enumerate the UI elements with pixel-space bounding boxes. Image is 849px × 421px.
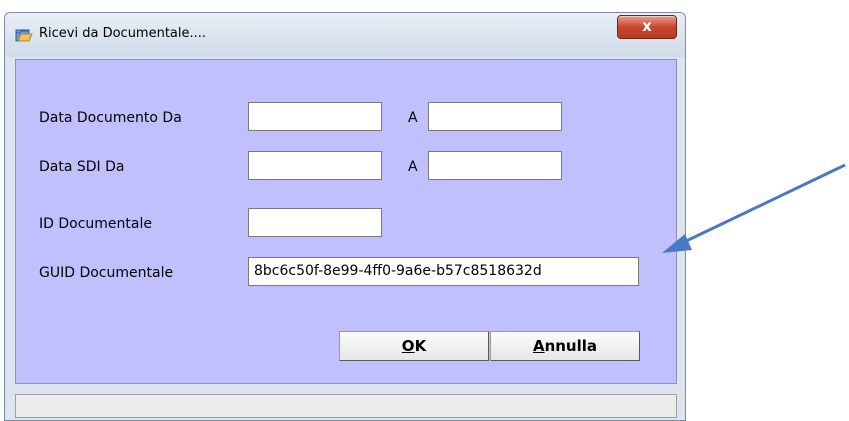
window-title: Ricevi da Documentale.... <box>39 26 207 41</box>
ok-mnemonic: O <box>401 337 415 355</box>
data-documento-da-input[interactable] <box>248 102 382 131</box>
data-documento-label: Data Documento Da <box>39 110 182 126</box>
guid-documentale-label: GUID Documentale <box>39 265 174 281</box>
annotation-arrow-icon <box>662 163 846 253</box>
data-sdi-a-input[interactable] <box>428 151 562 180</box>
close-icon: x <box>642 17 652 35</box>
id-documentale-label: ID Documentale <box>39 216 152 232</box>
dialog-window: Ricevi da Documentale.... x Data Documen… <box>4 12 686 421</box>
folder-open-icon <box>15 27 33 43</box>
form-panel: Data Documento Da A Data SDI Da A ID Doc… <box>15 59 677 384</box>
id-documentale-input[interactable] <box>248 208 382 237</box>
status-bar <box>15 394 677 418</box>
data-sdi-label: Data SDI Da <box>39 159 125 175</box>
ok-button[interactable]: OK <box>339 331 489 361</box>
close-button[interactable]: x <box>617 15 677 39</box>
data-sdi-da-input[interactable] <box>248 151 382 180</box>
data-documento-a-input[interactable] <box>428 102 562 131</box>
annulla-button[interactable]: Annulla <box>490 331 640 361</box>
data-documento-a-label: A <box>408 110 418 126</box>
guid-documentale-input[interactable]: 8bc6c50f-8e99-4ff0-9a6e-b57c8518632d <box>248 257 639 286</box>
annulla-label-rest: nnulla <box>544 337 598 355</box>
title-bar[interactable]: Ricevi da Documentale.... x <box>5 13 685 57</box>
annulla-mnemonic: A <box>532 337 545 355</box>
data-sdi-a-label: A <box>408 159 418 175</box>
ok-label-rest: K <box>414 337 427 355</box>
